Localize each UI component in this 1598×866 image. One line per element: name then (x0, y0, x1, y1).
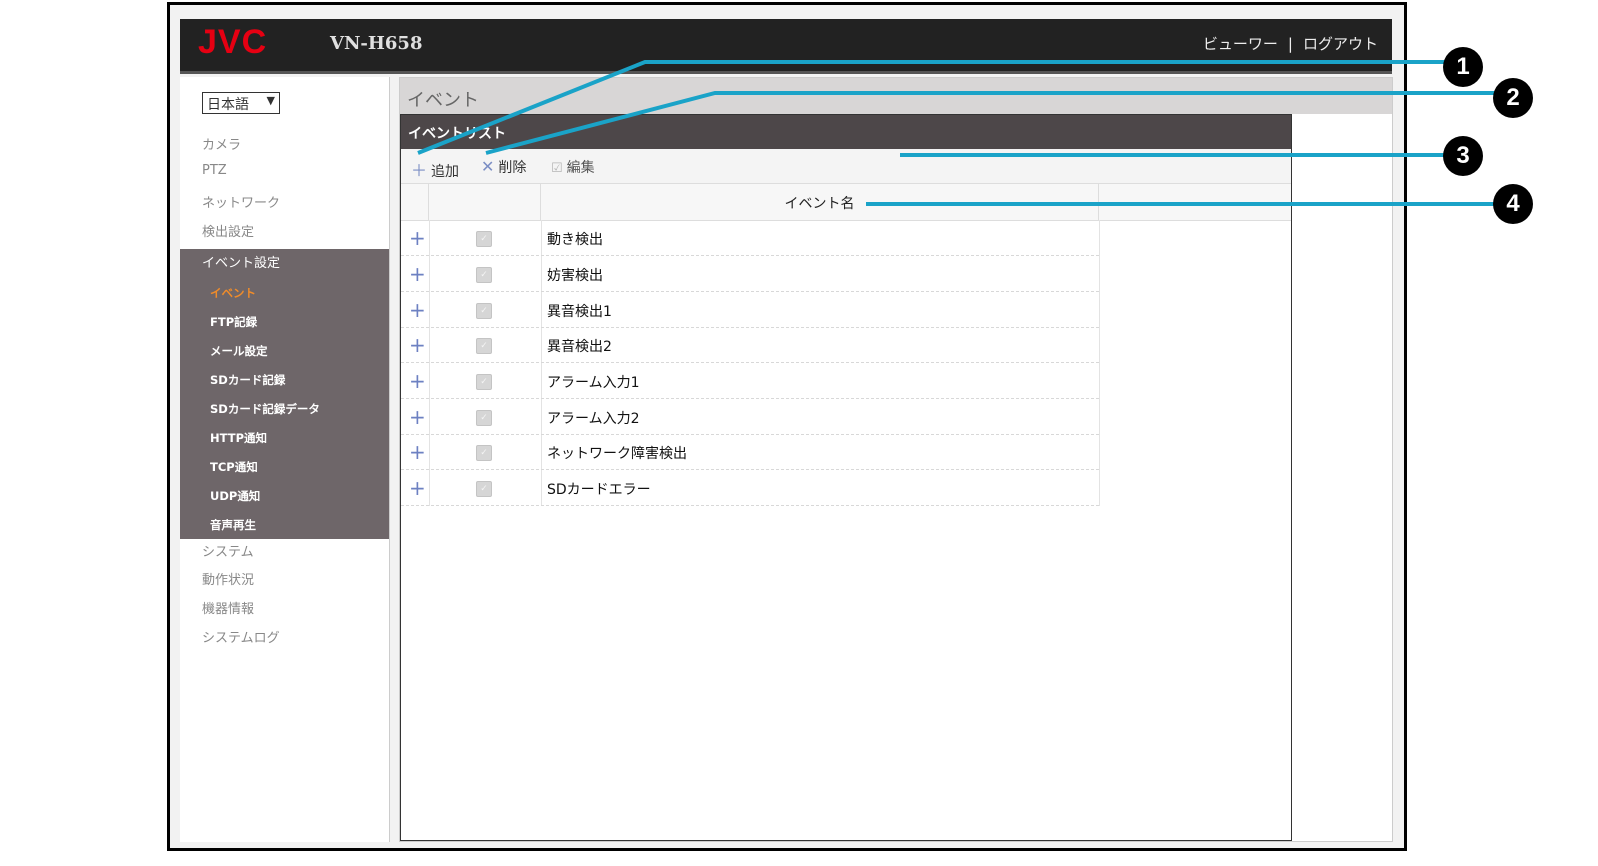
callout-2: 2 (1493, 78, 1533, 118)
callout-1: 1 (1443, 47, 1483, 87)
callout-3: 3 (1443, 136, 1483, 176)
callout-leader-2 (485, 91, 1500, 155)
callout-leader-1 (417, 60, 1450, 155)
callout-leader-lines (417, 60, 1500, 206)
callout-4: 4 (1493, 184, 1533, 224)
